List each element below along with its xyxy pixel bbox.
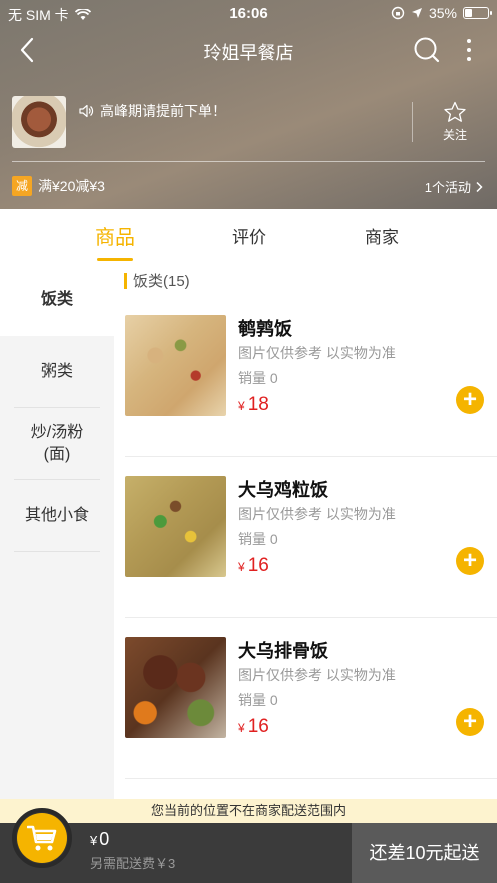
category-label: 其他小食 (24, 507, 89, 524)
chevron-right-icon (476, 181, 483, 192)
category-label: 炒/汤粉 (面) (30, 424, 84, 463)
category-label: 饭类 (40, 291, 73, 308)
plus-icon: + (462, 708, 477, 735)
product-name: 大乌鸡粒饭 (238, 480, 328, 500)
product-price: ¥ 18 (238, 394, 269, 416)
shop-notice: 高峰期请提前下单！ (78, 101, 226, 121)
section-title: 饭类(15) (133, 273, 190, 290)
follow-label: 关注 (442, 128, 467, 142)
product-sales: 销量 0 (238, 531, 278, 547)
category-item-snacks[interactable]: 其他小食 (0, 480, 114, 552)
product-photo[interactable] (125, 476, 226, 577)
price-currency: ¥ (238, 560, 245, 574)
product-price: ¥ 16 (238, 716, 269, 738)
price-amount: 18 (247, 394, 269, 415)
section-header: 饭类(15) (124, 270, 190, 291)
section-marker (124, 272, 127, 289)
product-divider (125, 617, 497, 618)
promo-row: 减 满¥20减¥3 (12, 176, 105, 196)
status-bar: 无 SIM 卡 16:06 35% (0, 0, 497, 26)
product-price: ¥ 16 (238, 555, 269, 577)
cart-currency: ¥ (90, 833, 98, 848)
activity-label: 1个活动 (424, 180, 471, 195)
speaker-icon (79, 104, 94, 118)
product-divider (125, 456, 497, 457)
promo-text: 满¥20减¥3 (38, 178, 105, 194)
product-note: 图片仅供参考 以实物为准 (238, 667, 396, 683)
battery-icon (463, 7, 492, 19)
price-currency: ¥ (238, 721, 245, 735)
tab-merchant[interactable]: 商家 (342, 223, 422, 248)
status-right: 35% (391, 5, 492, 21)
category-sidebar: 饭类 粥类 炒/汤粉 (面) 其他小食 (0, 264, 114, 799)
product-photo[interactable] (125, 637, 226, 738)
product-name: 大乌排骨饭 (238, 641, 328, 661)
header-divider (12, 161, 485, 162)
category-item-porridge[interactable]: 粥类 (0, 336, 114, 408)
plus-icon: + (462, 547, 477, 574)
price-currency: ¥ (238, 399, 245, 413)
star-icon (444, 101, 466, 122)
cart-total: ¥ 0 (90, 829, 109, 850)
category-item-noodles[interactable]: 炒/汤粉 (面) (0, 408, 114, 480)
rotation-lock-icon (391, 6, 405, 20)
cart-button[interactable] (12, 808, 72, 868)
promo-badge: 减 (12, 176, 32, 196)
shop-header: 无 SIM 卡 16:06 35% 玲姐早餐店 高峰期请提前下单！ 关注 减 满… (0, 0, 497, 209)
cart-total-amount: 0 (99, 829, 110, 849)
tab-underline (97, 258, 133, 261)
checkout-button[interactable]: 还差10元起送 (352, 823, 497, 883)
category-label: 粥类 (40, 363, 73, 380)
product-item[interactable]: 大乌排骨饭 图片仅供参考 以实物为准 销量 0 ¥ 16 + (114, 637, 497, 798)
add-to-cart-button[interactable]: + (456, 708, 484, 736)
cart-icon (27, 825, 57, 851)
activity-link[interactable]: 1个活动 (425, 177, 483, 196)
cart-icon-bg (17, 813, 67, 863)
product-note: 图片仅供参考 以实物为准 (238, 506, 396, 522)
follow-button[interactable]: 关注 (430, 101, 480, 143)
product-item[interactable]: 大乌鸡粒饭 图片仅供参考 以实物为准 销量 0 ¥ 16 + (114, 476, 497, 637)
notice-text: 高峰期请提前下单！ (100, 103, 226, 119)
category-divider (14, 551, 100, 552)
category-item-rice[interactable]: 饭类 (0, 264, 114, 336)
price-amount: 16 (247, 555, 269, 576)
tab-products[interactable]: 商品 (75, 221, 155, 250)
product-list[interactable]: 饭类(15) 鹌鹑饭 图片仅供参考 以实物为准 销量 0 ¥ 18 + 大乌鸡粒… (114, 264, 497, 799)
price-amount: 16 (247, 716, 269, 737)
more-icon[interactable] (459, 36, 479, 64)
location-icon (411, 8, 422, 18)
follow-divider (412, 102, 413, 142)
product-divider (125, 778, 497, 779)
product-name: 鹌鹑饭 (238, 319, 292, 339)
battery-percent: 35% (428, 5, 457, 21)
add-to-cart-button[interactable]: + (456, 547, 484, 575)
product-sales: 销量 0 (238, 370, 278, 386)
delivery-notice: 您当前的位置不在商家配送范围内 (0, 799, 497, 823)
product-item[interactable]: 鹌鹑饭 图片仅供参考 以实物为准 销量 0 ¥ 18 + (114, 315, 497, 476)
shop-logo (12, 96, 66, 148)
product-photo[interactable] (125, 315, 226, 416)
tab-reviews[interactable]: 评价 (209, 223, 289, 248)
delivery-fee: 另需配送费￥3 (90, 856, 176, 871)
plus-icon: + (462, 386, 477, 413)
product-note: 图片仅供参考 以实物为准 (238, 345, 396, 361)
nav-bar: 玲姐早餐店 (0, 30, 497, 70)
tab-bar: 商品 评价 商家 (0, 209, 497, 264)
product-sales: 销量 0 (238, 692, 278, 708)
add-to-cart-button[interactable]: + (456, 386, 484, 414)
search-icon[interactable] (413, 36, 441, 64)
